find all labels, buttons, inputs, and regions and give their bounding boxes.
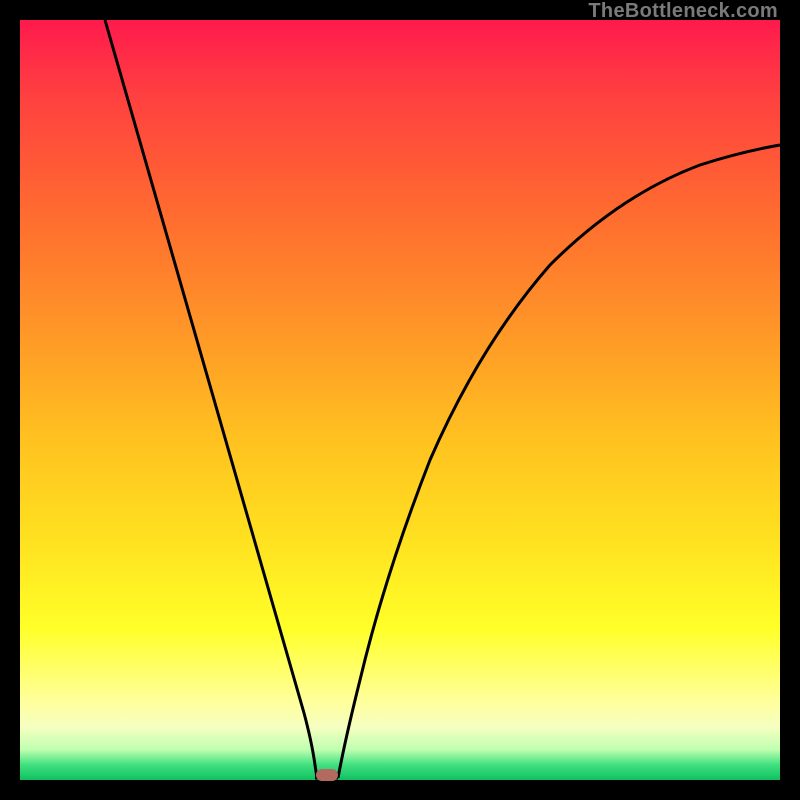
min-marker bbox=[316, 769, 338, 781]
curve-left-branch bbox=[105, 20, 317, 778]
watermark-text: TheBottleneck.com bbox=[588, 0, 778, 23]
curve-right-branch bbox=[338, 145, 780, 778]
bottleneck-curve bbox=[20, 20, 780, 780]
chart-frame bbox=[20, 20, 780, 780]
